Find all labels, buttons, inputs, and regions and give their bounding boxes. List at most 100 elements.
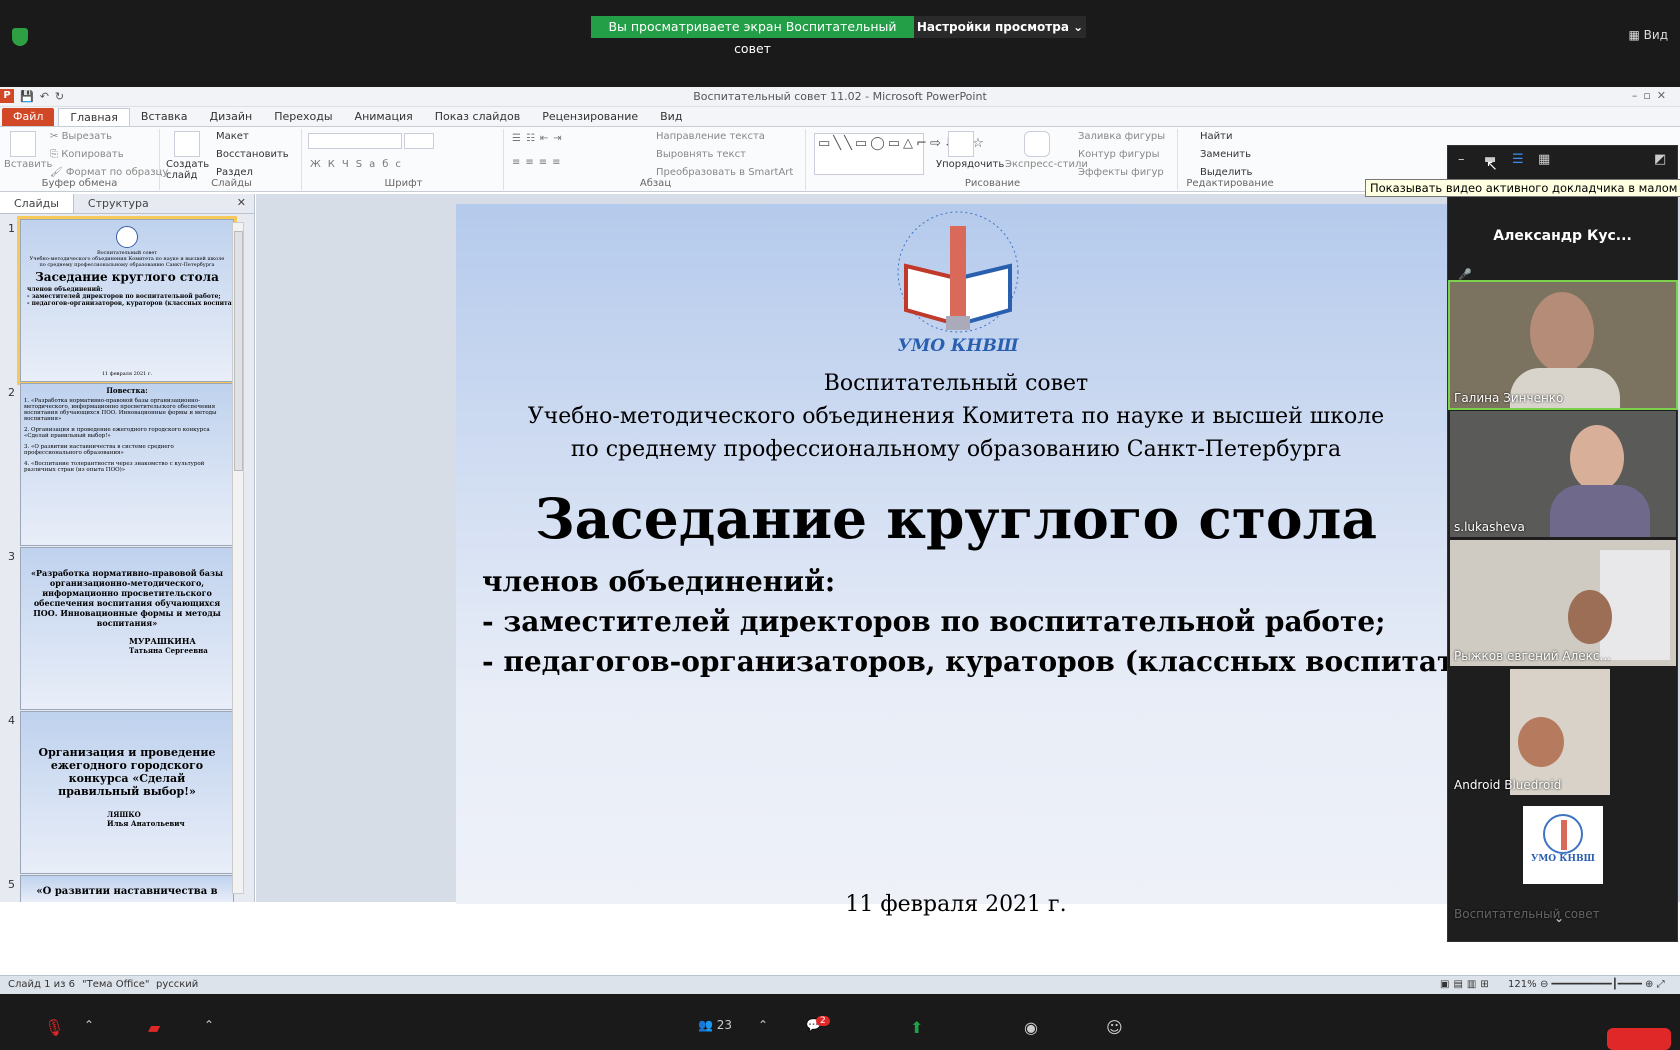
- font-style-buttons[interactable]: ЖКЧSабс: [310, 159, 408, 170]
- status-bar: Слайд 1 из 6 "Тема Office" русский ▣▤▥⊞ …: [0, 975, 1680, 994]
- video-tile[interactable]: Галина Зинченко: [1448, 280, 1678, 410]
- clipboard-group-name: Буфер обмена: [41, 178, 118, 189]
- find-button[interactable]: Найти: [1200, 131, 1232, 142]
- font-family-select[interactable]: [308, 133, 402, 149]
- window-controls[interactable]: –▫✕: [1632, 89, 1672, 102]
- arrange-button[interactable]: Упорядочить: [936, 159, 1004, 170]
- security-shield-icon[interactable]: [12, 28, 28, 46]
- slide-thumbnail-5[interactable]: «О развитии наставничества в: [20, 875, 234, 902]
- slide-thumbnail-2[interactable]: Повестка: 1. «Разработка нормативно-прав…: [20, 383, 234, 546]
- zoom-slider[interactable]: ⊖ ━━━━━━━━━━┃━━━━ ⊕ ⤢: [1540, 979, 1665, 990]
- shape-outline-button[interactable]: Контур фигуры: [1078, 149, 1160, 160]
- mute-mic-icon[interactable]: 🎙: [44, 1018, 64, 1037]
- reactions-icon[interactable]: ☺: [1106, 1018, 1123, 1037]
- record-icon[interactable]: ◉: [1024, 1018, 1038, 1037]
- quick-styles-button[interactable]: Экспресс-стили: [1005, 159, 1088, 170]
- gallery-grid-icon[interactable]: ▦: [1538, 152, 1550, 167]
- tab-outline[interactable]: Структура: [74, 194, 163, 213]
- tab-design[interactable]: Дизайн: [199, 108, 264, 126]
- shapes-gallery[interactable]: ▭╲╲▭◯▭△⌐⇨⇩◠☆: [814, 133, 984, 175]
- tab-slideshow[interactable]: Показ слайдов: [424, 108, 532, 126]
- window-background: [1600, 550, 1670, 660]
- slide-body: членов объединений: - заместителей дирек…: [482, 562, 1554, 682]
- slide-title: Заседание круглого стола: [534, 486, 1378, 551]
- stop-video-icon[interactable]: ▰: [148, 1018, 160, 1037]
- paste-button[interactable]: Вставить: [4, 159, 52, 170]
- align-buttons[interactable]: ≡≡≡≡: [512, 157, 566, 168]
- text-direction-button[interactable]: Направление текста: [656, 131, 765, 142]
- slide-thumbnail-1[interactable]: Воспитательный совет Учебно-методическог…: [17, 216, 237, 385]
- video-tile[interactable]: Рыжков евгений Алекс...: [1450, 540, 1676, 666]
- thumb-speaker: МУРАШКИНА: [129, 636, 196, 646]
- chevron-up-icon[interactable]: ⌃: [84, 1018, 94, 1032]
- scrollbar-thumb[interactable]: [234, 231, 243, 471]
- view-options-button[interactable]: Настройки просмотра ⌄: [914, 16, 1086, 38]
- slide-org3: по среднему профессиональному образовани…: [570, 437, 1342, 462]
- close-icon[interactable]: ✕: [237, 196, 246, 209]
- participant-name: Рыжков евгений Алекс...: [1454, 649, 1611, 663]
- tab-insert[interactable]: Вставка: [130, 108, 199, 126]
- cut-label: Вырезать: [61, 131, 112, 142]
- tooltip: Показывать видео активного докладчика в …: [1365, 179, 1680, 197]
- select-button[interactable]: Выделить: [1200, 167, 1252, 178]
- logo-text: УМО КНВШ: [1531, 854, 1595, 864]
- slide-date: 11 февраля 2021 г.: [845, 892, 1067, 917]
- shape-fill-button[interactable]: Заливка фигуры: [1078, 131, 1165, 142]
- slide-thumbnail-3[interactable]: «Разработка нормативно-правовой базы орг…: [20, 547, 234, 710]
- language[interactable]: русский: [156, 979, 198, 990]
- layout-button[interactable]: Макет: [216, 131, 249, 142]
- thumb-item: 1. «Разработка нормативно-правовой базы …: [24, 398, 217, 422]
- tab-file[interactable]: Файл: [2, 108, 55, 126]
- section-button[interactable]: Раздел: [216, 167, 253, 178]
- video-tile[interactable]: УМО КНВШ Воспитательный совет: [1450, 798, 1676, 924]
- participants-button[interactable]: 👥 23: [698, 1018, 732, 1032]
- reset-button[interactable]: Восстановить: [216, 149, 289, 160]
- slides-group-name: Слайды: [211, 178, 252, 189]
- leave-button[interactable]: [1607, 1028, 1671, 1050]
- slide-bullet-3: - педагогов-организаторов, кураторов (кл…: [482, 645, 1555, 678]
- cut-button[interactable]: ✂ Вырезать: [50, 131, 112, 142]
- tab-review[interactable]: Рецензирование: [531, 108, 649, 126]
- align-text-button[interactable]: Выровнять текст: [656, 149, 746, 160]
- quick-styles-icon[interactable]: [1024, 131, 1050, 157]
- slide-number: 3: [8, 550, 15, 563]
- thumb-speaker2: Илья Анатольевич: [107, 819, 185, 828]
- slide-org2: Учебно-методического объединения Комитет…: [527, 404, 1385, 429]
- theme-name[interactable]: "Тема Office": [82, 979, 150, 990]
- tab-home[interactable]: Главная: [58, 108, 130, 126]
- slide-number: 4: [8, 714, 15, 727]
- list-buttons[interactable]: ☰☷⇤⇥: [512, 133, 567, 144]
- drawing-group-name: Рисование: [964, 178, 1021, 189]
- video-tile[interactable]: Android Bluedroid: [1450, 669, 1676, 795]
- scroll-down-icon[interactable]: ⌄: [1554, 911, 1564, 925]
- format-painter-button[interactable]: 🖌 Формат по образцу: [50, 167, 168, 178]
- pane-scrollbar[interactable]: [232, 222, 244, 894]
- tab-view[interactable]: Вид: [649, 108, 693, 126]
- thumb-title: «О развитии наставничества в: [36, 886, 218, 897]
- replace-button[interactable]: Заменить: [1200, 149, 1251, 160]
- chevron-up-icon[interactable]: ⌃: [758, 1018, 768, 1032]
- video-tile[interactable]: s.lukasheva: [1450, 411, 1676, 537]
- paste-icon[interactable]: [10, 131, 36, 157]
- tab-slides[interactable]: Слайды: [0, 194, 74, 213]
- tab-transitions[interactable]: Переходы: [263, 108, 343, 126]
- view-buttons[interactable]: ▣▤▥⊞: [1440, 979, 1493, 990]
- minimize-icon[interactable]: –: [1458, 152, 1465, 167]
- slide-thumbnail-4[interactable]: Организация и проведение ежегодного горо…: [20, 711, 234, 874]
- share-screen-icon[interactable]: ⬆: [910, 1018, 923, 1037]
- view-button[interactable]: ▦ Вид: [1629, 28, 1668, 42]
- copy-button[interactable]: ⎘ Копировать: [50, 149, 124, 160]
- font-size-select[interactable]: [404, 133, 434, 149]
- tab-animation[interactable]: Анимация: [344, 108, 424, 126]
- smartart-button[interactable]: Преобразовать в SmartArt: [656, 167, 793, 178]
- current-slide[interactable]: УМО КНВШ Воспитательный совет Учебно-мет…: [456, 204, 1554, 917]
- speaker-strip-icon[interactable]: ☰: [1512, 152, 1524, 167]
- exit-floating-icon[interactable]: ◩: [1654, 152, 1666, 167]
- arrange-icon[interactable]: [948, 131, 974, 157]
- new-slide-icon[interactable]: [174, 131, 200, 157]
- participant-name: Воспитательный совет: [1454, 907, 1600, 921]
- chevron-up-icon[interactable]: ⌃: [204, 1018, 214, 1032]
- powerpoint-window: P 💾 ↶ ↻ Воспитательный совет 11.02 - Mic…: [0, 87, 1680, 994]
- shape-effects-button[interactable]: Эффекты фигур: [1078, 167, 1164, 178]
- zoom-level[interactable]: 121%: [1508, 979, 1537, 990]
